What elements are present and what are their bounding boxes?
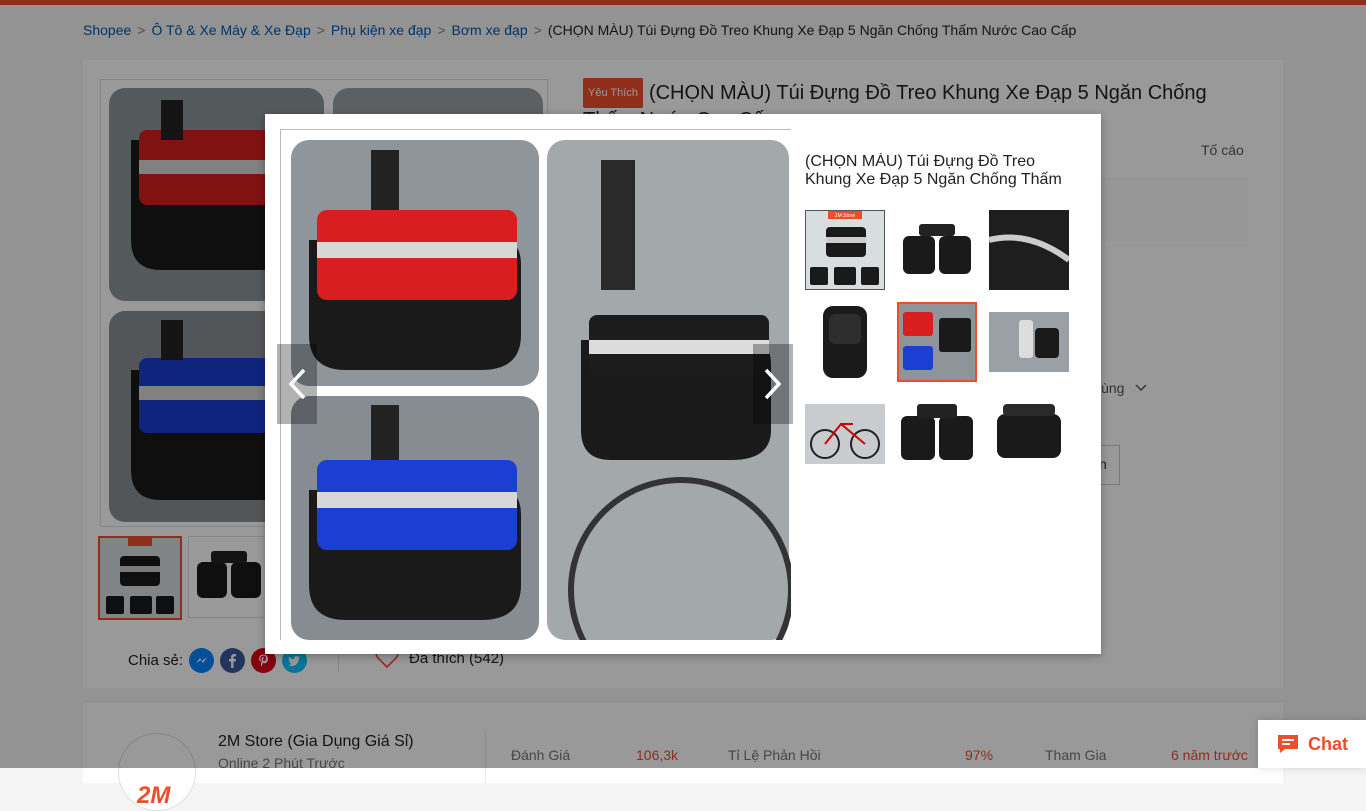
modal-thumbnail[interactable]	[989, 302, 1069, 382]
modal-thumbnail[interactable]	[989, 394, 1069, 474]
image-viewer-modal: (CHỌN MÀU) Túi Đựng Đồ Treo Khung Xe Đạp…	[265, 114, 1101, 654]
bag-thumb-icon	[903, 224, 971, 274]
modal-thumbnail[interactable]	[897, 210, 977, 290]
modal-title: (CHỌN MÀU) Túi Đựng Đồ Treo Khung Xe Đạp…	[805, 153, 1062, 188]
modal-prev-button[interactable]	[277, 344, 317, 424]
chat-label: Chat	[1308, 733, 1348, 754]
bag-thumb-icon	[901, 404, 973, 460]
modal-thumbnail[interactable]	[988, 210, 1071, 290]
modal-thumbnail-selected[interactable]	[897, 302, 977, 382]
bag-thumb-icon	[989, 312, 1069, 372]
bag-thumb-icon	[823, 306, 867, 378]
bag-thumb-icon	[997, 404, 1061, 458]
chat-button[interactable]: Chat	[1258, 720, 1366, 768]
bag-thumb-icon: 2M Store	[806, 211, 884, 289]
chevron-right-icon	[764, 368, 782, 400]
modal-next-button[interactable]	[753, 344, 793, 424]
store-tag-text: 2M Store	[835, 213, 856, 219]
modal-main-image	[280, 129, 791, 640]
chat-bubble-icon	[1278, 735, 1298, 753]
bag-photo-collage	[281, 130, 791, 640]
modal-thumbnail[interactable]	[805, 394, 885, 474]
bag-thumb-icon	[899, 304, 975, 380]
chevron-left-icon	[288, 368, 306, 400]
bag-thumb-icon	[988, 210, 1071, 290]
modal-thumbnail[interactable]	[897, 394, 977, 474]
bicycle-thumb-icon	[805, 404, 885, 464]
modal-thumbnail[interactable]	[805, 302, 885, 382]
modal-thumbnail[interactable]: 2M Store	[805, 210, 885, 290]
shop-logo-text: 2M	[137, 782, 171, 809]
